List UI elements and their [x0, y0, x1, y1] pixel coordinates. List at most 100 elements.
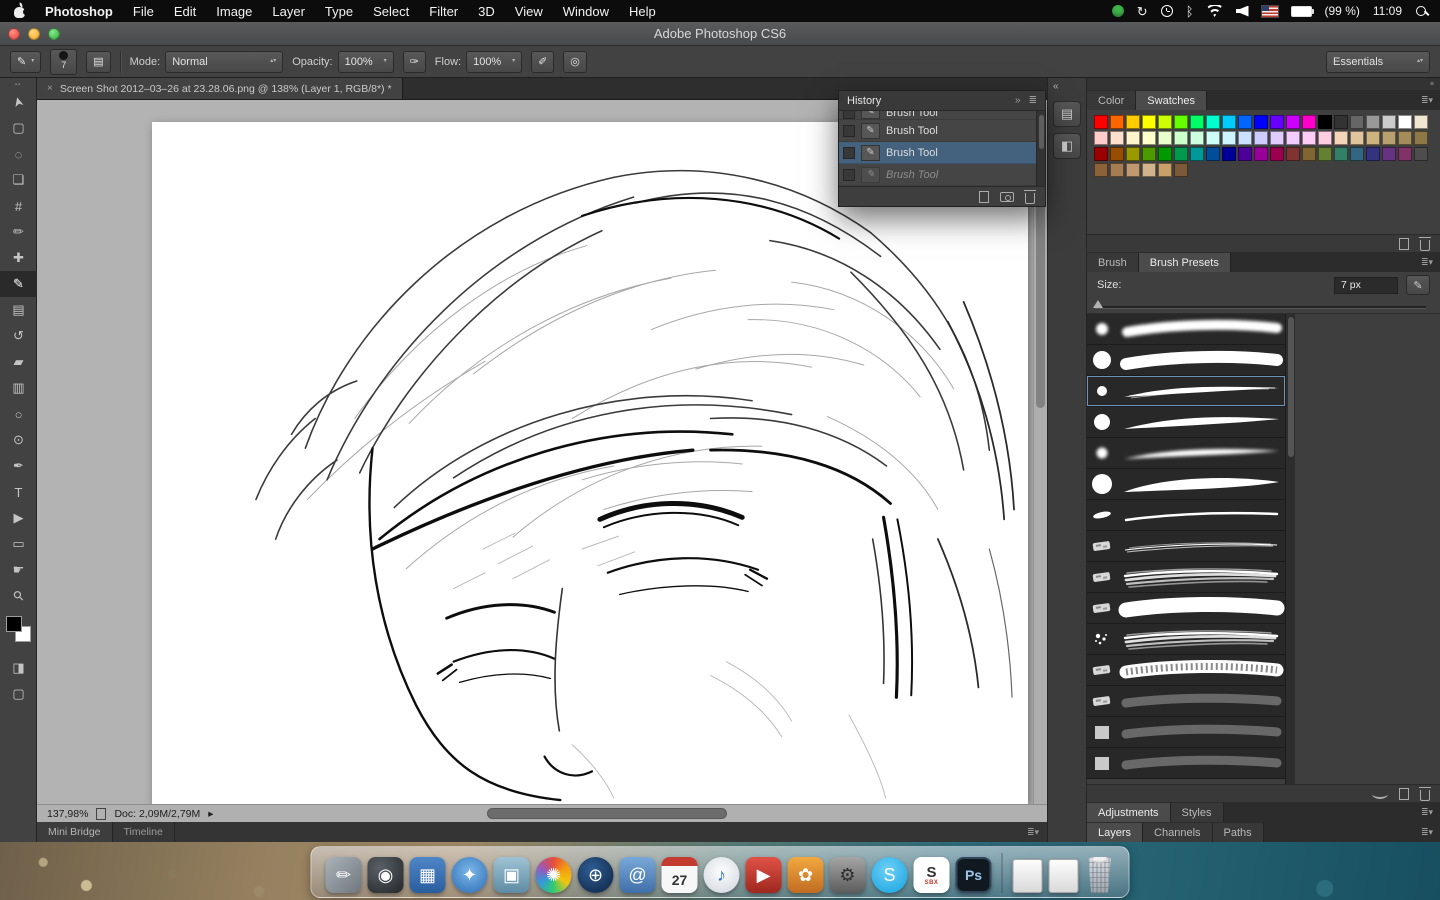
document-proxy-icon[interactable]: [96, 808, 106, 820]
brush-size-field[interactable]: 7 px: [1334, 277, 1398, 294]
preset-list-scrollbar[interactable]: [1285, 314, 1295, 784]
color-swatch[interactable]: [1334, 131, 1348, 145]
menu-select[interactable]: Select: [363, 4, 419, 19]
horizontal-scrollbar-thumb[interactable]: [487, 808, 727, 819]
color-swatch[interactable]: [1206, 131, 1220, 145]
dock-skype[interactable]: S: [872, 857, 908, 893]
color-swatch[interactable]: [1382, 115, 1396, 129]
dock-minimized-window-2[interactable]: [1049, 859, 1079, 893]
color-swatch[interactable]: [1302, 115, 1316, 129]
panel-dock-header[interactable]: ≡: [1087, 78, 1440, 90]
panel-menu-icon[interactable]: ≣▾: [1421, 827, 1440, 838]
menu-bar-clock[interactable]: 11:09: [1373, 4, 1402, 18]
color-swatch[interactable]: [1174, 115, 1188, 129]
tab-timeline[interactable]: Timeline: [113, 822, 175, 842]
brush-preset-row[interactable]: [1087, 407, 1285, 438]
window-close-button[interactable]: [8, 28, 20, 40]
tab-mini-bridge[interactable]: Mini Bridge: [37, 822, 113, 842]
color-swatch[interactable]: [1270, 131, 1284, 145]
color-swatch[interactable]: [1398, 115, 1412, 129]
color-swatch[interactable]: [1398, 147, 1412, 161]
color-swatch[interactable]: [1094, 147, 1108, 161]
apple-menu-icon[interactable]: [14, 4, 27, 19]
color-swatch[interactable]: [1318, 131, 1332, 145]
color-swatch[interactable]: [1382, 147, 1396, 161]
color-swatch[interactable]: [1254, 147, 1268, 161]
brush-preset-row[interactable]: [1087, 314, 1285, 345]
color-swatch[interactable]: [1126, 115, 1140, 129]
tab-swatches[interactable]: Swatches: [1136, 91, 1207, 110]
time-machine-clock-icon[interactable]: [1161, 5, 1173, 17]
history-entry[interactable]: ✎Brush Tool: [839, 111, 1045, 120]
color-swatch[interactable]: [1158, 147, 1172, 161]
color-swatch[interactable]: [1382, 131, 1396, 145]
color-swatch[interactable]: [1190, 131, 1204, 145]
color-swatch[interactable]: [1110, 163, 1124, 177]
color-swatch[interactable]: [1238, 115, 1252, 129]
menu-extra-green-icon[interactable]: [1112, 5, 1124, 17]
canvas-sketch[interactable]: [152, 122, 1028, 804]
lasso-tool[interactable]: ◌: [0, 141, 37, 167]
history-scrollbar[interactable]: [1036, 111, 1045, 186]
bluetooth-icon[interactable]: ᛒ: [1186, 5, 1194, 18]
panel-menu-icon[interactable]: ≣▾: [1421, 95, 1440, 106]
color-swatch[interactable]: [1270, 115, 1284, 129]
opacity-dropdown[interactable]: 100% ▾: [338, 51, 394, 73]
clone-stamp-tool[interactable]: ▤: [0, 297, 37, 323]
color-swatch[interactable]: [1126, 131, 1140, 145]
color-swatch[interactable]: [1366, 131, 1380, 145]
dock-color-wheel-app[interactable]: ✺: [536, 857, 572, 893]
color-swatch[interactable]: [1126, 147, 1140, 161]
menu-window[interactable]: Window: [553, 4, 619, 19]
history-source-checkbox[interactable]: [843, 169, 855, 181]
color-swatch[interactable]: [1366, 147, 1380, 161]
menu-view[interactable]: View: [505, 4, 553, 19]
dock-preview[interactable]: ▣: [494, 857, 530, 893]
crop-tool[interactable]: #: [0, 193, 37, 219]
brush-preset-row[interactable]: [1087, 655, 1285, 686]
delete-brush-trash-icon[interactable]: [1420, 790, 1430, 801]
airbrush-button[interactable]: ✐: [531, 51, 554, 73]
dock-mail[interactable]: @: [620, 857, 656, 893]
color-swatch[interactable]: [1254, 115, 1268, 129]
panel-menu-icon[interactable]: ≣▾: [1027, 827, 1047, 838]
brush-size-slider[interactable]: [1087, 298, 1440, 314]
collapse-panel-icon[interactable]: »: [1015, 95, 1021, 106]
color-swatch[interactable]: [1094, 163, 1108, 177]
tab-adjustments[interactable]: Adjustments: [1087, 803, 1171, 822]
delete-state-trash-icon[interactable]: [1025, 193, 1035, 204]
wifi-icon[interactable]: [1207, 5, 1223, 17]
history-entry[interactable]: ✎Brush Tool: [839, 142, 1045, 164]
spotlight-icon[interactable]: [1415, 5, 1428, 18]
color-swatch[interactable]: [1174, 163, 1188, 177]
brush-preset-row[interactable]: [1087, 748, 1285, 779]
color-swatch[interactable]: [1142, 147, 1156, 161]
quick-mask-button[interactable]: ◨: [0, 655, 37, 681]
color-swatch[interactable]: [1126, 163, 1140, 177]
input-language-flag-icon[interactable]: [1262, 6, 1278, 17]
history-panel-header[interactable]: History » ≣: [839, 91, 1045, 111]
gradient-tool[interactable]: ▥: [0, 375, 37, 401]
color-swatch[interactable]: [1302, 147, 1316, 161]
color-swatch[interactable]: [1350, 147, 1364, 161]
color-swatch[interactable]: [1334, 147, 1348, 161]
color-swatch[interactable]: [1206, 115, 1220, 129]
menu-3d[interactable]: 3D: [468, 4, 505, 19]
sync-icon[interactable]: ↻: [1137, 5, 1148, 18]
history-brush-tool[interactable]: ↺: [0, 323, 37, 349]
zoom-level[interactable]: 137,98%: [47, 808, 88, 820]
type-tool[interactable]: T: [0, 479, 37, 505]
new-document-from-state-icon[interactable]: [979, 191, 989, 203]
pen-tool[interactable]: ✒: [0, 453, 37, 479]
rectangular-marquee-tool[interactable]: ▢: [0, 115, 37, 141]
brush-preset-row[interactable]: [1087, 500, 1285, 531]
color-swatch[interactable]: [1398, 131, 1412, 145]
color-swatch[interactable]: [1190, 147, 1204, 161]
color-swatch[interactable]: [1286, 131, 1300, 145]
color-swatch[interactable]: [1318, 115, 1332, 129]
document-tab[interactable]: × Screen Shot 2012–03–26 at 23.28.06.png…: [37, 78, 403, 99]
slider-thumb[interactable]: [1093, 300, 1103, 308]
brush-preset-picker[interactable]: 7: [50, 49, 77, 75]
dock-photos-app[interactable]: ✿: [788, 857, 824, 893]
panel-grip[interactable]: ▪▪: [0, 81, 36, 89]
